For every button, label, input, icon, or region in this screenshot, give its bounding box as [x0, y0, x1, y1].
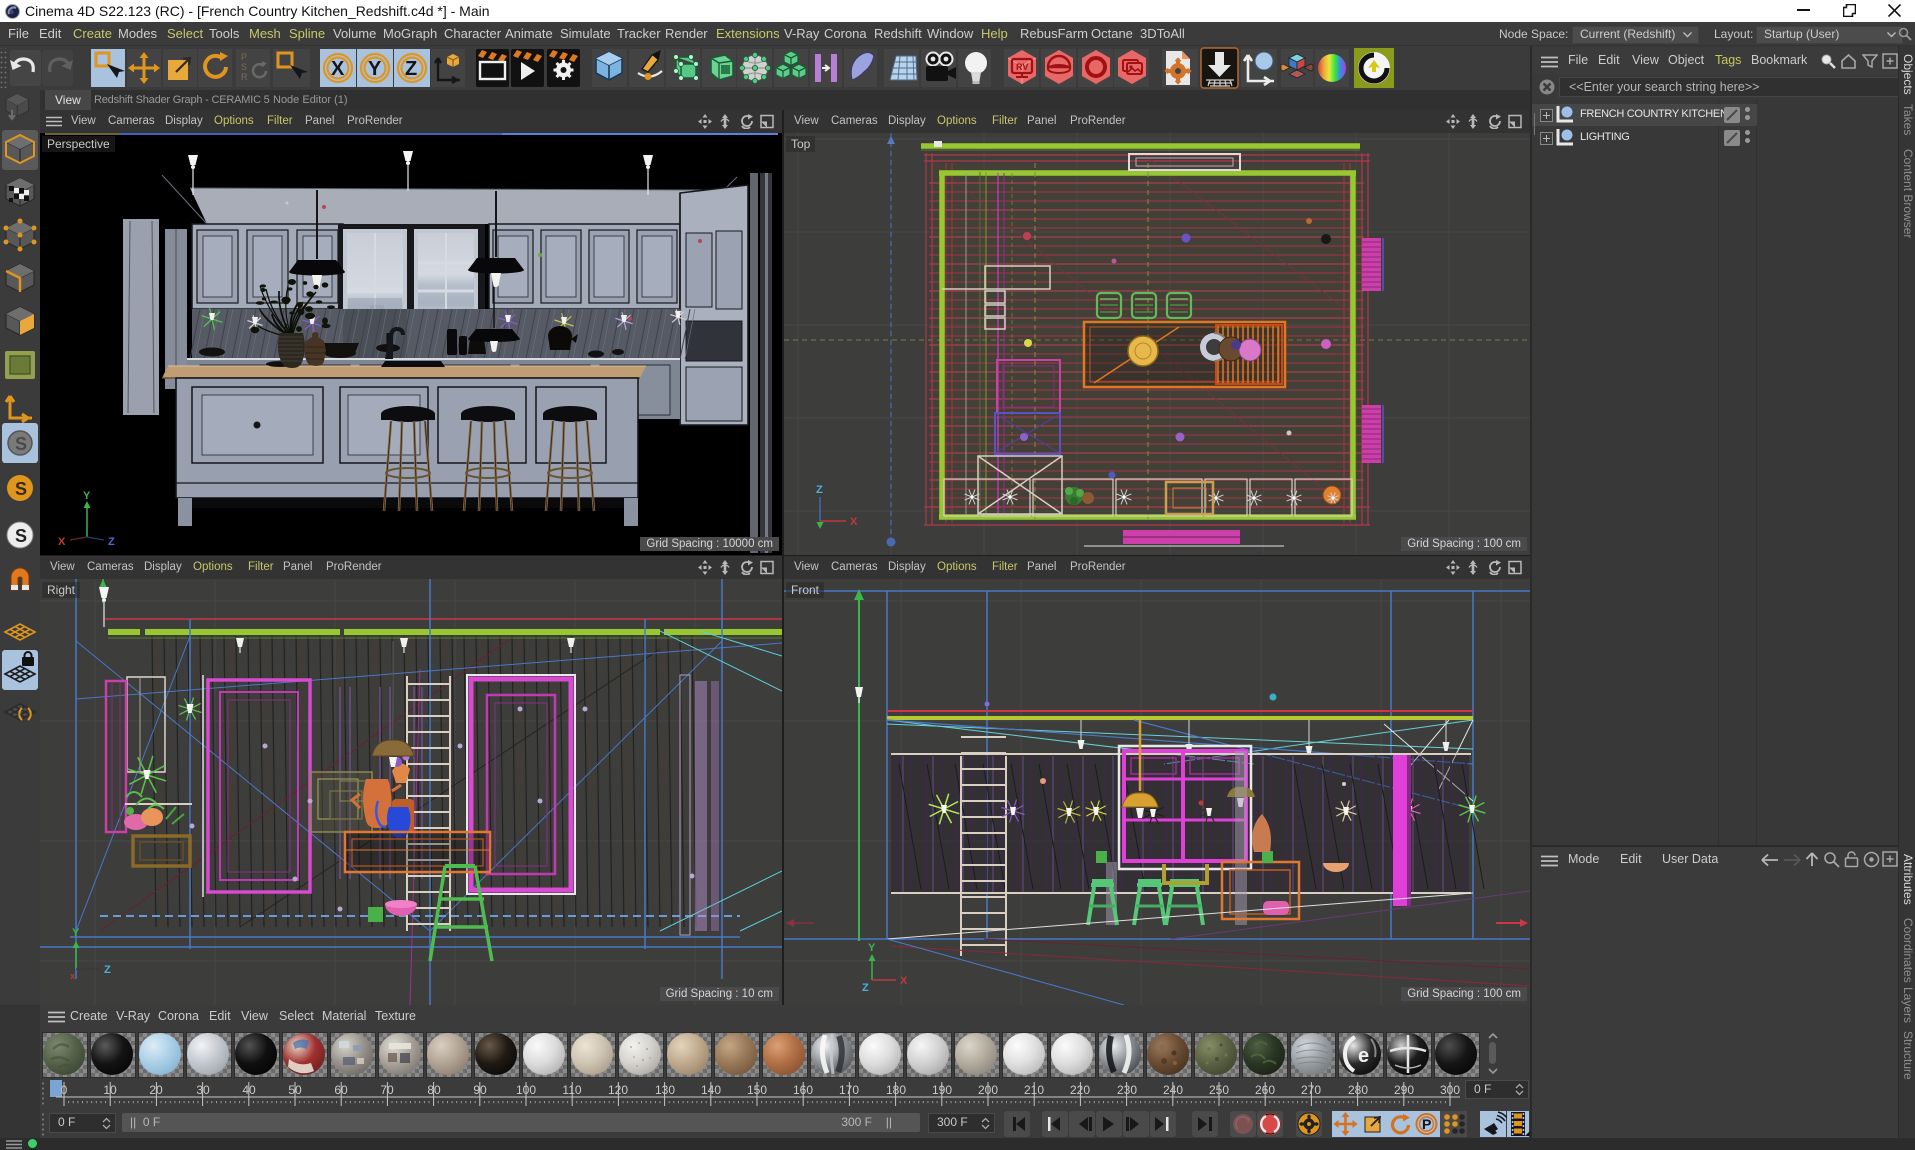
svg-text:RV: RV — [1016, 62, 1028, 72]
svg-text:Z: Z — [862, 982, 869, 994]
svg-text:X: X — [58, 536, 66, 548]
svg-text:P: P — [1422, 1116, 1431, 1132]
svg-text:S: S — [15, 434, 27, 454]
svg-text:S: S — [241, 62, 247, 72]
svg-text:Z: Z — [104, 964, 111, 976]
svg-text:Y: Y — [83, 490, 91, 502]
svg-text:Z: Z — [405, 58, 417, 80]
svg-text:X: X — [850, 516, 858, 528]
svg-text:Z: Z — [108, 536, 115, 548]
svg-text:Y: Y — [72, 927, 80, 939]
svg-text:e: e — [1358, 1045, 1369, 1067]
svg-text:X: X — [900, 975, 908, 987]
svg-text:R: R — [241, 72, 248, 82]
svg-text:Y: Y — [368, 58, 382, 80]
svg-text:x: x — [70, 971, 75, 981]
svg-text:Z: Z — [816, 484, 823, 496]
svg-text:S: S — [15, 526, 27, 546]
svg-text:Y: Y — [868, 942, 876, 954]
svg-text:S: S — [15, 479, 27, 499]
svg-text:P: P — [241, 52, 247, 62]
svg-text:X: X — [331, 58, 345, 80]
